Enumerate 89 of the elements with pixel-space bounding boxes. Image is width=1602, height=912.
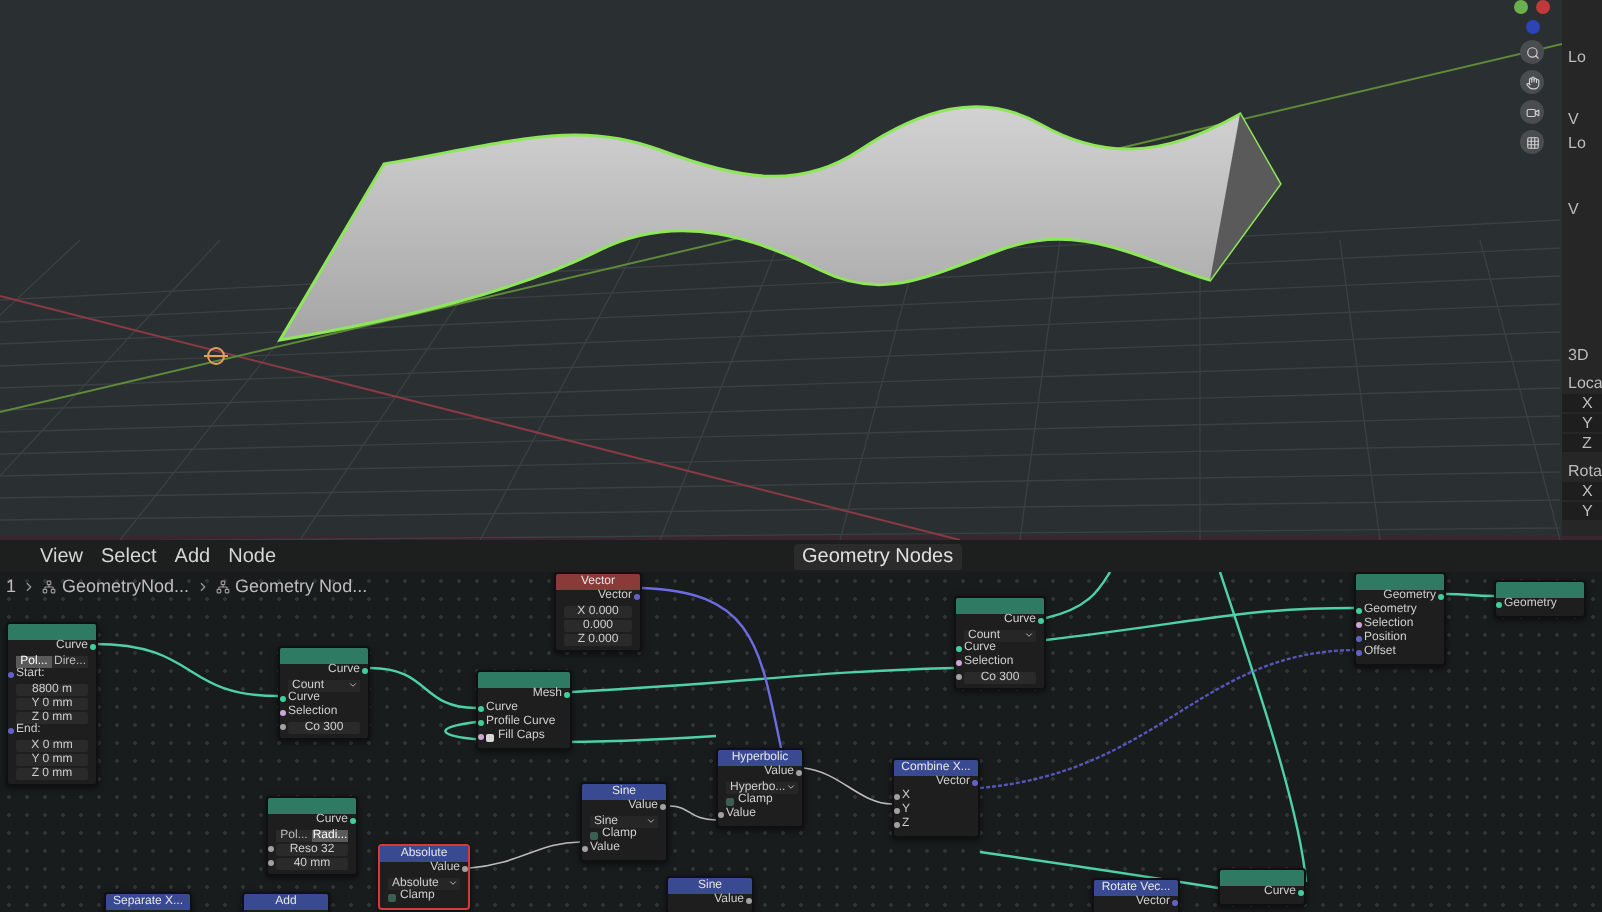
axis-label: X: [1562, 482, 1602, 500]
socket-icon[interactable]: [1356, 622, 1362, 628]
breadcrumb[interactable]: 1: [6, 576, 17, 596]
node-header: [956, 598, 1044, 614]
socket-icon[interactable]: [268, 846, 274, 852]
node-wire: [669, 805, 717, 821]
node-wire: [803, 767, 893, 805]
chevron-icon: [195, 579, 210, 593]
socket-icon[interactable]: [746, 898, 752, 904]
panel-heading: Lo: [1566, 134, 1588, 152]
menu-item[interactable]: Node: [228, 545, 276, 567]
origin-marker-icon: [203, 347, 229, 365]
node-header: [268, 798, 356, 814]
node-tree-icon: [42, 579, 57, 593]
node-header: [1356, 574, 1444, 590]
grid-icon[interactable]: [1520, 130, 1544, 154]
chevron-icon: [785, 782, 796, 792]
socket-icon[interactable]: [894, 822, 900, 828]
node-header: [1220, 870, 1304, 886]
chevron-icon: [22, 579, 37, 593]
panel-heading: 3D: [1566, 346, 1591, 364]
socket-icon[interactable]: [564, 692, 570, 698]
socket-icon[interactable]: [718, 812, 724, 818]
camera-icon[interactable]: [1520, 100, 1544, 124]
socket-icon[interactable]: [894, 794, 900, 800]
socket-icon[interactable]: [280, 724, 286, 730]
hand-icon[interactable]: [1520, 70, 1544, 94]
menu-item[interactable]: Select: [101, 545, 157, 567]
socket-icon[interactable]: [972, 780, 978, 786]
node-wire: [369, 666, 477, 710]
node-wire: [1446, 592, 1494, 598]
socket-icon[interactable]: [796, 770, 802, 776]
socket-icon[interactable]: [280, 696, 286, 702]
menu-item[interactable]: View: [40, 545, 83, 567]
socket-icon[interactable]: [1038, 618, 1044, 624]
socket-icon[interactable]: [1438, 594, 1444, 600]
socket-icon[interactable]: [462, 866, 468, 872]
checkbox[interactable]: [726, 797, 734, 805]
socket-icon[interactable]: [362, 668, 368, 674]
panel-heading: Lo: [1566, 48, 1588, 66]
socket-icon[interactable]: [1496, 602, 1502, 608]
socket-icon[interactable]: [350, 818, 356, 824]
socket-icon[interactable]: [478, 734, 484, 740]
node-header: [8, 624, 96, 640]
socket-icon[interactable]: [8, 728, 14, 734]
socket-icon[interactable]: [90, 644, 96, 650]
socket-icon[interactable]: [8, 672, 14, 678]
chevron-icon: [348, 680, 358, 690]
node-header: [478, 672, 570, 688]
menu-item[interactable]: Add: [174, 545, 211, 567]
node-tree-field[interactable]: Geometry Nodes: [794, 543, 962, 569]
axis-label: Z: [1562, 434, 1602, 452]
node-header: [1496, 582, 1584, 598]
socket-icon[interactable]: [1172, 900, 1178, 906]
axis-label: Y: [1562, 502, 1602, 520]
panel-heading: V: [1566, 200, 1581, 218]
socket-icon[interactable]: [478, 706, 484, 712]
breadcrumb[interactable]: GeometryNod...: [62, 576, 190, 596]
socket-icon[interactable]: [478, 720, 484, 726]
zoom-icon[interactable]: [1520, 40, 1544, 64]
panel-heading: Rota: [1566, 462, 1602, 480]
checkbox[interactable]: [590, 831, 598, 839]
socket-icon[interactable]: [1356, 650, 1362, 656]
axis-label: X: [1562, 394, 1602, 412]
chevron-icon: [1024, 630, 1034, 640]
axis-label: Y: [1562, 414, 1602, 432]
socket-icon[interactable]: [956, 660, 962, 666]
node-wire: [469, 841, 581, 869]
socket-icon[interactable]: [1298, 890, 1304, 896]
socket-icon[interactable]: [894, 808, 900, 814]
socket-icon[interactable]: [280, 710, 286, 716]
checkbox[interactable]: [486, 733, 494, 741]
node-header: [280, 648, 368, 664]
node-tree-icon: [215, 579, 230, 593]
socket-icon[interactable]: [1356, 636, 1362, 642]
socket-icon[interactable]: [634, 594, 640, 600]
chevron-icon: [646, 816, 656, 826]
panel-heading: V: [1566, 110, 1581, 128]
chevron-icon: [448, 878, 458, 888]
socket-icon[interactable]: [956, 674, 962, 680]
3d-viewport[interactable]: [0, 0, 1562, 536]
socket-icon[interactable]: [956, 646, 962, 652]
breadcrumb[interactable]: Geometry Nod...: [235, 576, 368, 596]
socket-icon[interactable]: [268, 860, 274, 866]
socket-icon[interactable]: [582, 846, 588, 852]
socket-icon[interactable]: [1356, 608, 1362, 614]
socket-icon[interactable]: [660, 804, 666, 810]
checkbox[interactable]: [388, 893, 396, 901]
panel-heading: Loca: [1566, 374, 1602, 392]
